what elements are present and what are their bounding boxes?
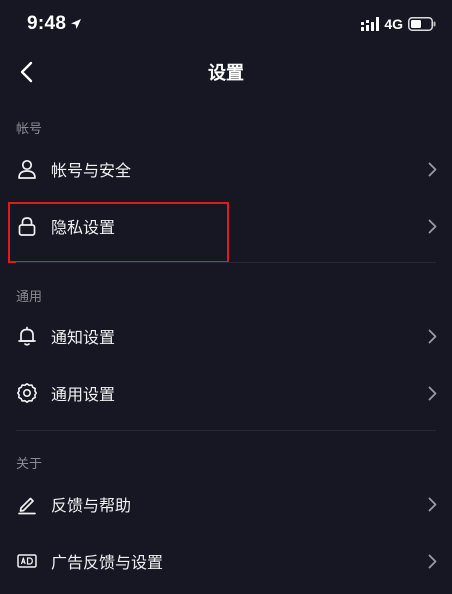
status-time-text: 9:48 [27, 13, 67, 34]
nav-bar: 设置 [0, 50, 452, 94]
settings-item-label: 反馈与帮助 [51, 496, 132, 515]
page-title: 设置 [208, 63, 244, 84]
section-divider [16, 430, 436, 431]
signal-icon [361, 17, 380, 31]
settings-item-label: 广告反馈与设置 [51, 553, 164, 572]
section-divider [16, 262, 436, 263]
gear-icon [15, 381, 39, 405]
edit-icon [15, 492, 39, 516]
location-arrow-icon [71, 19, 82, 29]
settings-item-ad-feedback[interactable]: 广告反馈与设置 [0, 533, 452, 589]
ad-icon [15, 549, 39, 573]
chevron-right-icon [426, 328, 438, 344]
section-header-general: 通用 [16, 290, 43, 305]
chevron-right-icon [426, 218, 438, 234]
bell-icon [15, 324, 39, 348]
chevron-right-icon [426, 161, 438, 177]
highlight-annotation-box [8, 202, 229, 263]
settings-item-label: 通知设置 [51, 328, 116, 347]
status-bar: 9:48 4G [0, 0, 452, 50]
status-indicators: 4G [361, 16, 436, 32]
settings-item-notifications[interactable]: 通知设置 [0, 308, 452, 364]
chevron-right-icon [426, 385, 438, 401]
chevron-right-icon [426, 496, 438, 512]
battery-icon [408, 17, 436, 31]
network-type: 4G [384, 16, 403, 32]
settings-item-feedback-help[interactable]: 反馈与帮助 [0, 476, 452, 532]
person-icon [15, 157, 39, 181]
settings-item-account-security[interactable]: 帐号与安全 [0, 141, 452, 197]
settings-item-label: 通用设置 [51, 385, 116, 404]
section-header-about: 关于 [16, 457, 43, 472]
section-header-account: 帐号 [16, 122, 43, 137]
settings-item-label: 帐号与安全 [51, 161, 132, 180]
chevron-right-icon [426, 553, 438, 569]
settings-item-general[interactable]: 通用设置 [0, 365, 452, 421]
status-time: 9:48 [27, 13, 82, 35]
